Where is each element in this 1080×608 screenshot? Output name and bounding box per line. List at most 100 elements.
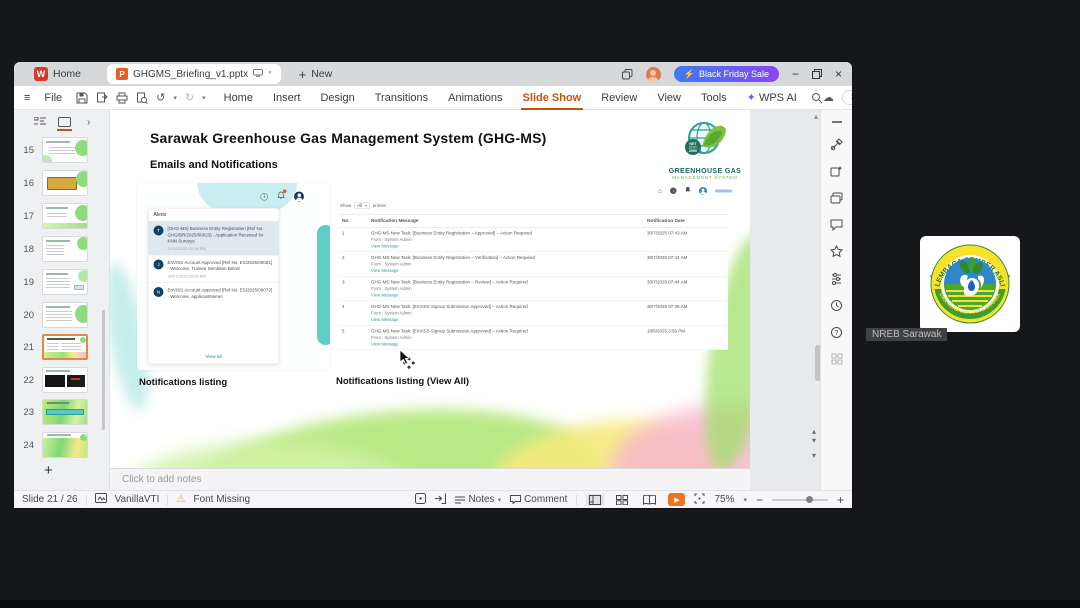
slide-thumb-19[interactable]: 19 <box>14 268 110 296</box>
alerts-screenshot[interactable]: i Alerts T [GHG-MS] Business Entity Regi… <box>137 183 330 370</box>
theme-name[interactable]: VanillaVTI <box>115 494 160 505</box>
close-button[interactable]: × <box>835 68 842 80</box>
menu-slide-show[interactable]: Slide Show <box>517 86 588 110</box>
save-icon[interactable] <box>76 92 88 104</box>
hamburger-icon[interactable]: ≡ <box>24 92 30 104</box>
view-message-link: View Message <box>371 341 399 347</box>
thumbnail-scrollbar[interactable] <box>102 310 105 430</box>
add-slide-button[interactable]: + <box>44 462 53 479</box>
slide-subtitle: Emails and Notifications <box>150 159 278 171</box>
normal-view-icon[interactable] <box>586 493 605 506</box>
view-message-link: View Message <box>371 292 399 298</box>
menu-view[interactable]: View <box>651 86 687 110</box>
menu-home[interactable]: Home <box>218 86 259 110</box>
zoom-dropdown-icon[interactable]: ▾ <box>743 496 747 504</box>
menu-insert[interactable]: Insert <box>267 86 307 110</box>
menu-animations[interactable]: Animations <box>442 86 508 110</box>
screen-share-stage: W Home P GHGMS_Briefing_v1.pptx * + New <box>0 0 1080 608</box>
menu-transitions[interactable]: Transitions <box>369 86 434 110</box>
new-tab-button[interactable]: + New <box>299 67 333 82</box>
history-icon[interactable] <box>830 299 843 312</box>
zoom-out-button[interactable]: − <box>756 493 763 507</box>
menu-design[interactable]: Design <box>314 86 360 110</box>
font-missing-label[interactable]: Font Missing <box>193 494 250 505</box>
home-icon: ⌂ <box>658 187 662 195</box>
fullscreen-icon[interactable] <box>694 493 705 507</box>
slide-thumb-15[interactable]: 15 <box>14 136 110 164</box>
cloud-sync-icon[interactable]: ☁ <box>823 91 834 104</box>
slideshow-play-button[interactable]: ▶ <box>668 493 686 506</box>
slide-thumb-24[interactable]: 24 <box>14 431 110 459</box>
thumbnail-image <box>42 334 88 360</box>
presenter-mode-icon[interactable] <box>435 493 447 507</box>
search-icon[interactable] <box>811 92 823 104</box>
row-date: 30/7/2025 07:43 AM <box>643 227 728 252</box>
slide-thumb-21-selected[interactable]: 21 <box>14 333 110 361</box>
slide-thumb-20[interactable]: 20 <box>14 301 110 329</box>
zoom-slider-knob[interactable] <box>805 496 813 503</box>
tab-list-icon[interactable] <box>621 68 633 80</box>
panel-expand-icon[interactable]: › <box>87 117 90 128</box>
redo-dropdown-icon[interactable]: ▾ <box>202 94 206 102</box>
notifications-screenshot[interactable]: ⌂ i Show All ▾ entries No. Notification … <box>333 185 737 360</box>
mouse-cursor <box>398 349 420 379</box>
alert-item: T [GHG-MS] Business Entity Registration … <box>148 221 279 256</box>
table-row: 1 GHG-MS New Task: [Business Entity Regi… <box>338 227 728 252</box>
view-message-link: View Message <box>371 243 399 249</box>
comment-toggle[interactable]: Comment <box>510 494 567 505</box>
document-tab[interactable]: P GHGMS_Briefing_v1.pptx * <box>107 64 281 84</box>
menu-file[interactable]: File <box>38 86 68 110</box>
slide-thumb-17[interactable]: 17 <box>14 202 110 230</box>
black-friday-sale-button[interactable]: ⚡ Black Friday Sale <box>673 66 779 82</box>
scroll-up-arrow[interactable]: ▴ <box>814 112 818 121</box>
redo-icon[interactable]: ↻ <box>185 91 194 104</box>
notes-pane[interactable]: Click to add notes <box>110 468 750 490</box>
slide-layout-icon[interactable] <box>830 192 843 205</box>
new-tab-label: New <box>311 68 333 80</box>
output-icon[interactable] <box>96 92 108 104</box>
collapse-pane-icon[interactable] <box>831 120 843 124</box>
participant-video-tile[interactable]: LEMBAGA SUMBER ASLI DAN ALAM SEKITAR SAR… <box>920 236 1020 332</box>
minimize-button[interactable]: − <box>792 68 799 80</box>
notes-toggle[interactable]: Notes ▾ <box>455 494 501 505</box>
effects-icon[interactable] <box>830 165 843 178</box>
print-icon[interactable] <box>116 92 128 104</box>
row-message: GHG-MS New Task: [Business Entity Regist… <box>371 279 528 285</box>
help-icon[interactable]: ? <box>830 326 843 339</box>
slide-thumb-18[interactable]: 18 <box>14 235 110 263</box>
previous-slide-button[interactable]: ▴ ▾ <box>812 427 816 446</box>
menu-tools[interactable]: Tools <box>695 86 733 110</box>
print-preview-icon[interactable] <box>136 92 149 104</box>
menu-wps-ai[interactable]: ✦ WPS AI <box>741 86 803 110</box>
next-slide-button[interactable]: ▾ <box>812 451 816 461</box>
zoom-level[interactable]: 75% <box>714 494 734 505</box>
zoom-in-button[interactable]: + <box>837 493 844 507</box>
status-bar: Slide 21 / 26 VanillaVTI ⚠ Font Missing … <box>14 490 852 508</box>
undo-dropdown-icon[interactable]: ▾ <box>173 94 177 102</box>
restore-button[interactable] <box>811 69 822 79</box>
account-avatar[interactable] <box>645 66 661 82</box>
apps-icon[interactable] <box>831 353 843 365</box>
outline-view-icon[interactable] <box>34 117 46 127</box>
reading-view-icon[interactable] <box>640 494 659 506</box>
menu-review[interactable]: Review <box>595 86 643 110</box>
wps-presentation-window: W Home P GHGMS_Briefing_v1.pptx * + New <box>14 62 852 508</box>
undo-icon[interactable]: ↺ <box>156 91 165 104</box>
slide-thumbnail-panel: › 15 16 17 18 19 20 21 22 23 24 + <box>14 110 110 490</box>
design-tools-icon[interactable] <box>830 138 843 151</box>
comment-pane-icon[interactable] <box>830 219 843 231</box>
settings-icon[interactable] <box>830 272 843 285</box>
slide-thumb-16[interactable]: 16 <box>14 169 110 197</box>
share-button[interactable]: Share▾ <box>841 90 852 105</box>
notes-placeholder: Click to add notes <box>122 474 202 485</box>
slide-thumb-22[interactable]: 22 <box>14 366 110 394</box>
favorites-icon[interactable] <box>830 245 843 258</box>
wps-home-tab[interactable]: W Home <box>24 62 91 86</box>
slide-canvas[interactable]: Sarawak Greenhouse Gas Management System… <box>110 112 750 468</box>
spellcheck-icon[interactable] <box>415 492 427 507</box>
row-date: 30/7/2025 07:44 AM <box>643 276 728 301</box>
zoom-slider[interactable] <box>771 496 828 503</box>
slide-sorter-view-icon[interactable] <box>613 494 631 506</box>
slide-thumb-23[interactable]: 23 <box>14 398 110 426</box>
slide-view-icon[interactable] <box>57 117 72 131</box>
